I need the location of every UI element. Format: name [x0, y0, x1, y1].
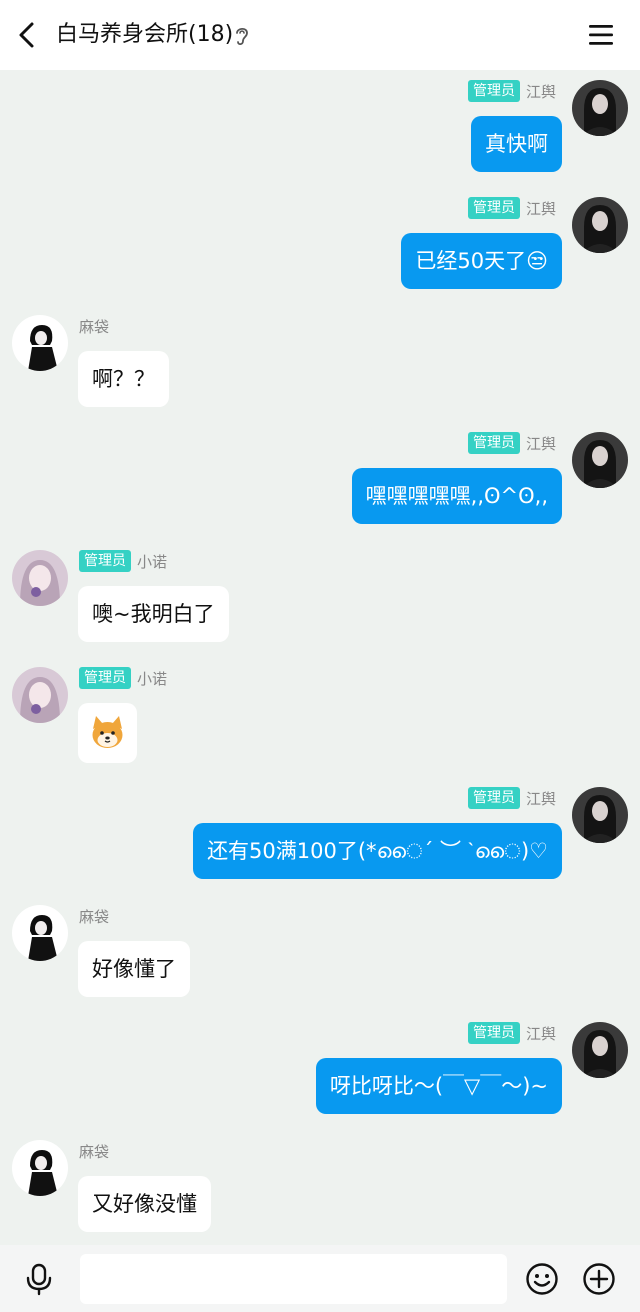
plus-circle-icon [583, 1263, 615, 1295]
sender-name: 小诺 [137, 669, 168, 688]
avatar-jiangyu[interactable] [572, 787, 628, 843]
sender-meta: 管理员 江舆 [467, 80, 556, 102]
message-bubble[interactable]: 噢~我明白了 [78, 586, 229, 642]
microphone-icon [26, 1263, 52, 1296]
message-input[interactable] [80, 1254, 507, 1304]
sender-meta: 管理员 小诺 [79, 667, 167, 689]
admin-badge: 管理员 [79, 550, 131, 572]
sender-meta: 麻袋 [79, 315, 109, 337]
sender-name: 麻袋 [79, 1142, 110, 1161]
sender-name: 江舆 [525, 82, 556, 101]
voice-button[interactable] [22, 1262, 56, 1296]
message-list[interactable]: 管理员 江舆 真快啊 管理员 江舆 已经50天了😒 麻袋 啊？？ 管理员 江舆 [0, 70, 640, 1245]
message-bubble[interactable]: 还有50满100了(*ൈ´ ︶ `ൈ)♡ [193, 823, 562, 879]
message-bubble[interactable]: 嘿嘿嘿嘿嘿,,ʘ^ʘ,, [351, 468, 562, 524]
admin-badge: 管理员 [467, 1022, 520, 1044]
menu-button[interactable] [586, 20, 616, 50]
more-button[interactable] [582, 1262, 616, 1296]
avatar-xiaonuo[interactable] [12, 667, 68, 723]
admin-badge: 管理员 [467, 197, 520, 219]
chat-header: 白马养身会所(18) [0, 0, 640, 70]
admin-badge: 管理员 [467, 432, 520, 454]
sender-name: 小诺 [137, 552, 168, 571]
chevron-left-icon [19, 22, 34, 48]
sender-name: 江舆 [525, 1024, 556, 1043]
back-button[interactable] [10, 18, 44, 52]
message-bubble[interactable]: 已经50天了😒 [401, 233, 562, 289]
hamburger-menu-icon [589, 25, 613, 45]
sender-name: 江舆 [525, 434, 556, 453]
smiley-icon [526, 1263, 558, 1295]
sender-name: 江舆 [525, 199, 556, 218]
sender-meta: 管理员 江舆 [467, 787, 556, 809]
message-bubble[interactable]: 好像懂了 [78, 941, 190, 997]
admin-badge: 管理员 [79, 667, 131, 689]
avatar-jiangyu[interactable] [572, 432, 628, 488]
sticker-bubble[interactable] [78, 703, 137, 763]
sender-meta: 管理员 江舆 [467, 1022, 556, 1044]
ear-icon[interactable] [233, 24, 251, 48]
sender-meta: 管理员 江舆 [467, 197, 556, 219]
group-title[interactable]: 白马养身会所(18) [56, 20, 233, 50]
message-bubble[interactable]: 真快啊 [471, 116, 562, 172]
avatar-madai[interactable] [12, 315, 68, 371]
shiba-dog-emoji [92, 716, 123, 748]
admin-badge: 管理员 [467, 80, 520, 102]
avatar-jiangyu[interactable] [572, 80, 628, 136]
sender-meta: 管理员 江舆 [467, 432, 556, 454]
avatar-jiangyu[interactable] [572, 197, 628, 253]
message-bubble[interactable]: 又好像没懂 [78, 1176, 211, 1232]
avatar-madai[interactable] [12, 1140, 68, 1196]
avatar-madai[interactable] [12, 905, 68, 961]
sender-name: 麻袋 [79, 907, 110, 926]
sender-meta: 麻袋 [79, 905, 109, 927]
emoji-button[interactable] [525, 1262, 559, 1296]
message-bubble[interactable]: 呀比呀比～(￣▽￣～)~ [315, 1058, 562, 1114]
admin-badge: 管理员 [467, 787, 520, 809]
avatar-jiangyu[interactable] [572, 1022, 628, 1078]
sender-meta: 麻袋 [79, 1140, 109, 1162]
sender-name: 麻袋 [79, 317, 110, 336]
sender-meta: 管理员 小诺 [79, 550, 167, 572]
avatar-xiaonuo[interactable] [12, 550, 68, 606]
sender-name: 江舆 [525, 789, 556, 808]
message-bubble[interactable]: 啊？？ [78, 351, 169, 407]
input-bar [0, 1245, 640, 1312]
